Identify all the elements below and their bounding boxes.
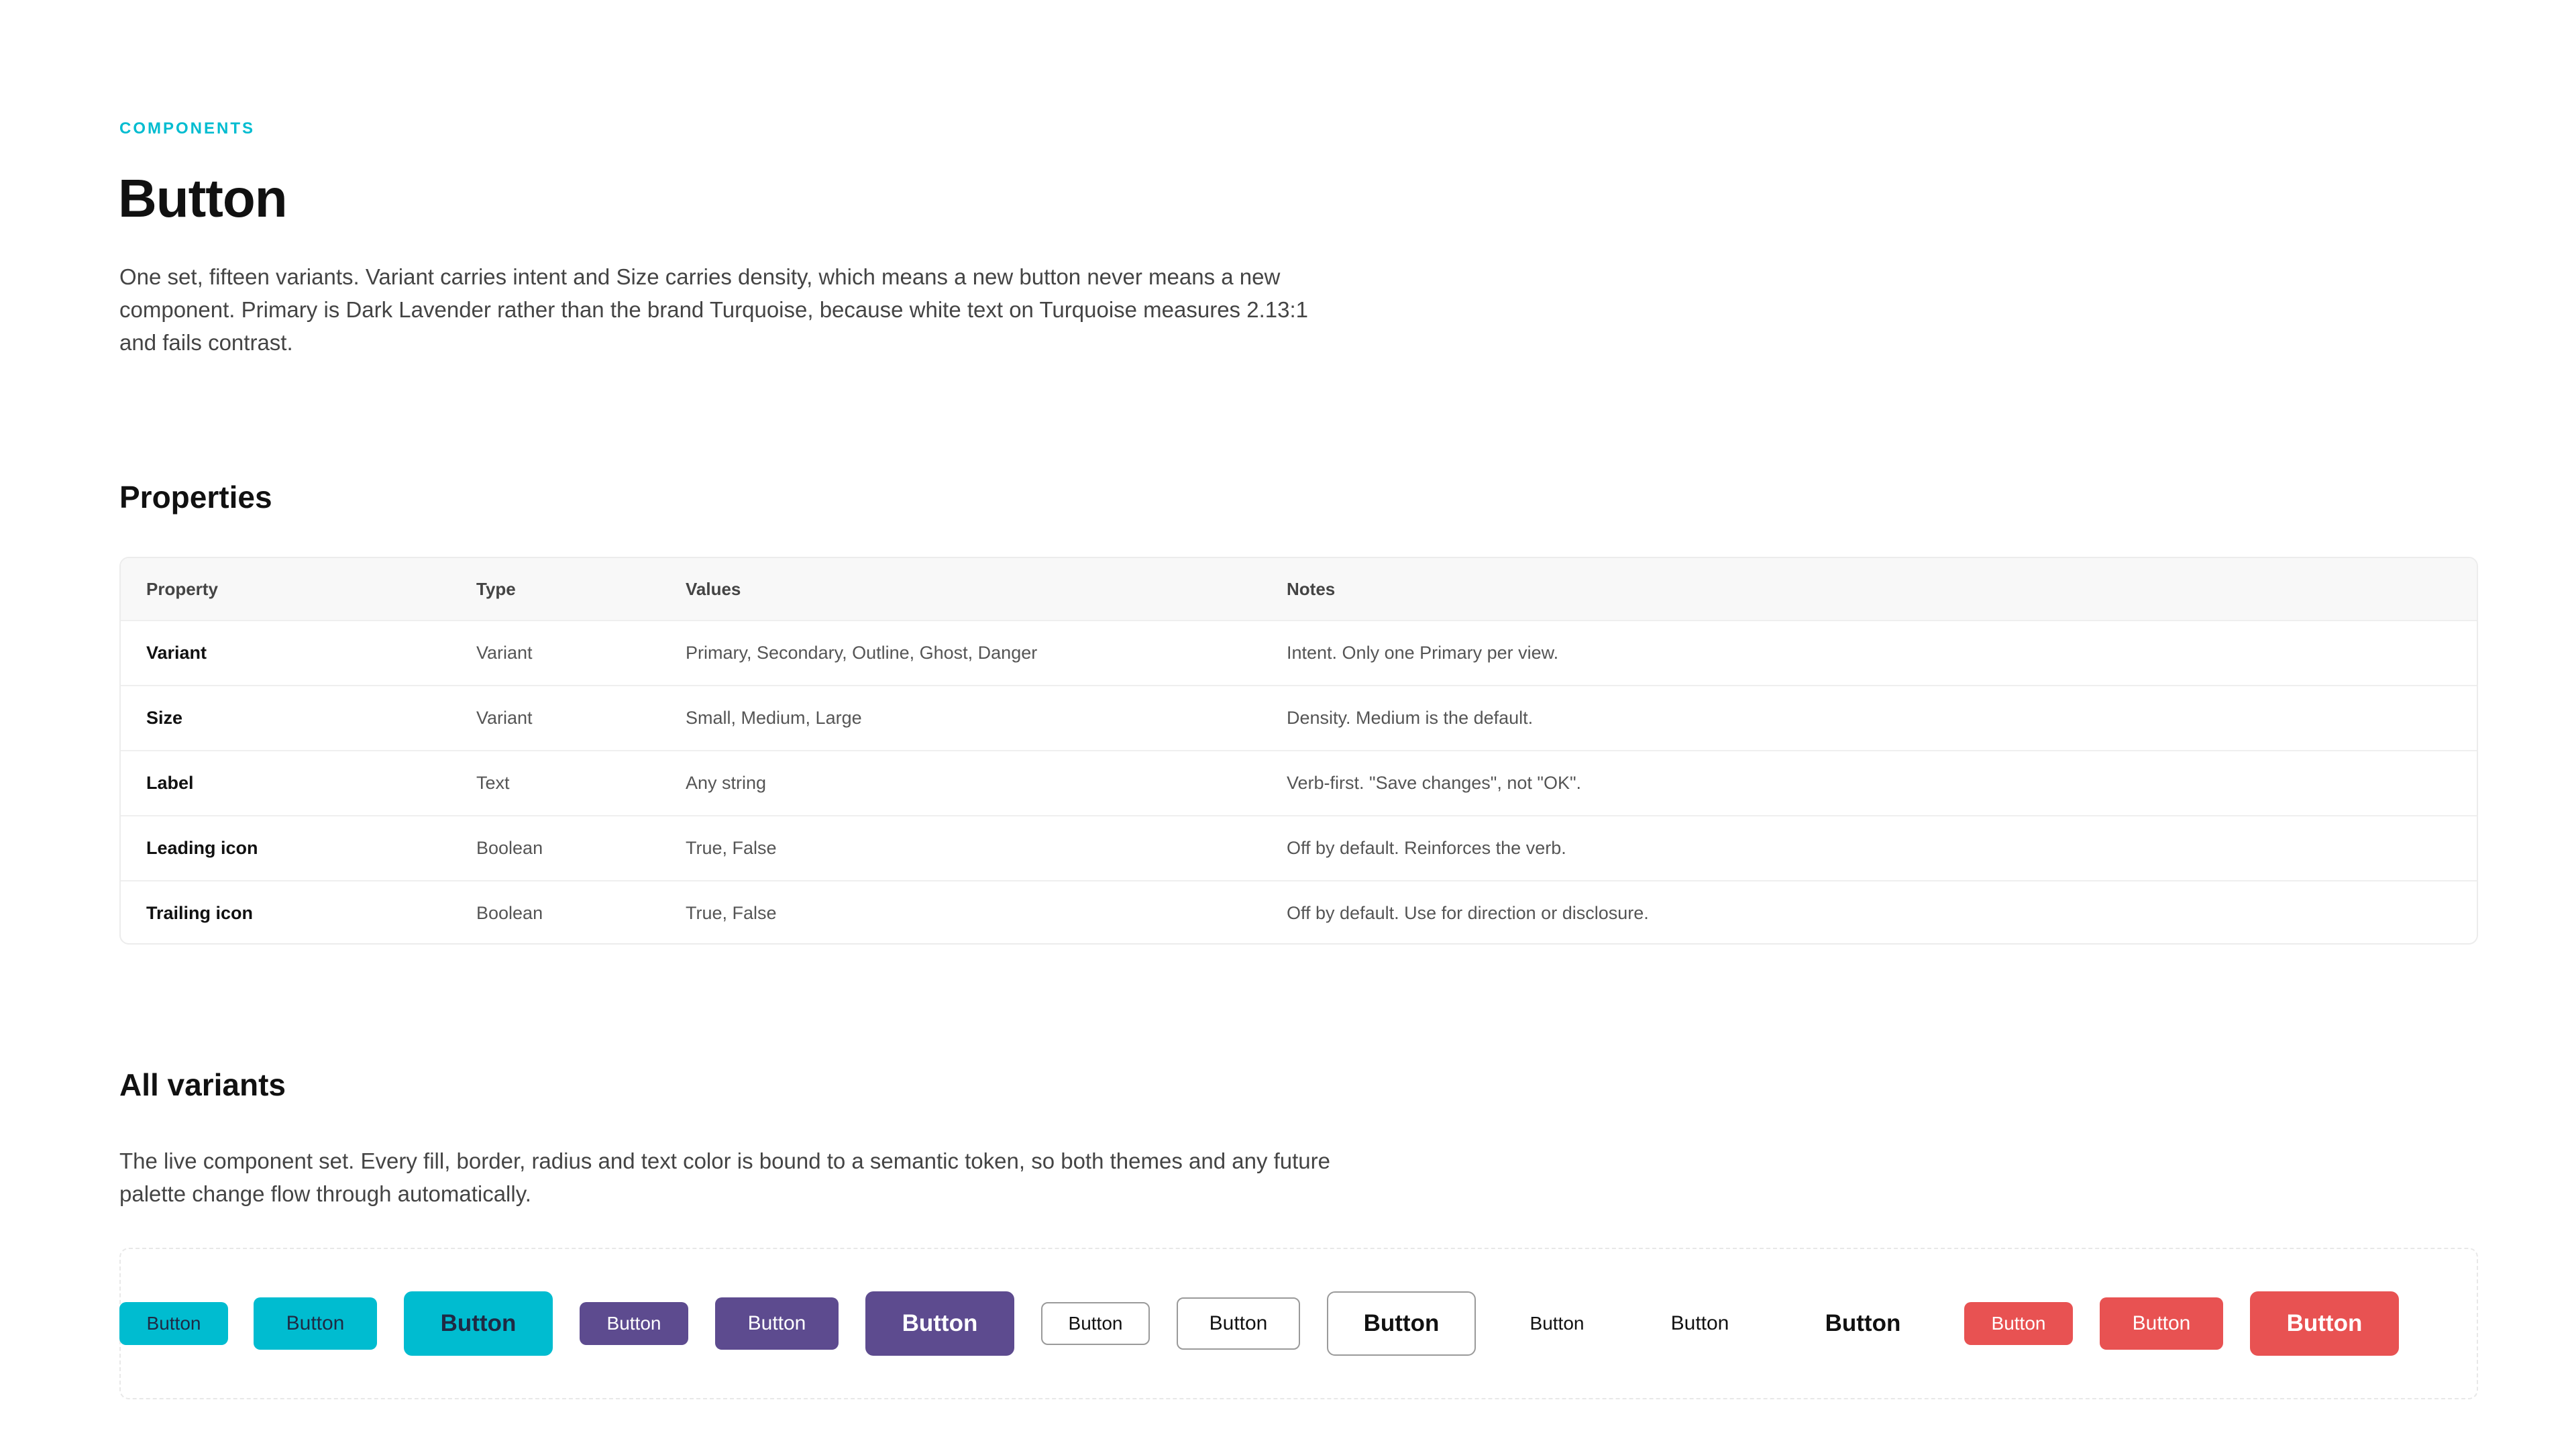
property-type-cell: Variant [476,643,533,663]
danger-large-button[interactable]: Button [2250,1291,2399,1356]
component-doc-page: COMPONENTS Button One set, fifteen varia… [0,0,2576,1449]
column-header-type: Type [476,578,516,599]
page-description: One set, fifteen variants. Variant carri… [119,264,1308,355]
danger-medium-button[interactable]: Button [2100,1297,2223,1350]
property-notes-cell: Off by default. Use for direction or dis… [1287,903,1649,923]
property-values-cell: True, False [686,838,777,858]
property-values-cell: True, False [686,903,777,923]
outline-small-button[interactable]: Button [1041,1302,1150,1345]
property-notes-cell: Verb-first. "Save changes", not "OK". [1287,773,1582,793]
primary-medium-button[interactable]: Button [254,1297,377,1350]
property-name-cell: Leading icon [146,838,258,858]
column-header-values: Values [686,578,741,599]
outline-large-button[interactable]: Button [1327,1291,1476,1356]
column-header-notes: Notes [1287,578,1336,599]
property-values-cell: Primary, Secondary, Outline, Ghost, Dang… [686,643,1038,663]
properties-table: Property Type Values Notes Variant Varia… [119,557,2478,945]
property-values-cell: Any string [686,773,767,793]
secondary-medium-button[interactable]: Button [715,1297,839,1350]
property-type-cell: Variant [476,708,533,728]
secondary-small-button[interactable]: Button [580,1302,688,1345]
section-eyebrow: COMPONENTS [119,119,256,138]
property-name-cell: Variant [146,643,207,663]
property-type-cell: Boolean [476,838,543,858]
secondary-large-button[interactable]: Button [865,1291,1014,1356]
property-name-cell: Label [146,773,194,793]
table-row: Variant Variant Primary, Secondary, Outl… [121,620,2477,685]
table-row: Label Text Any string Verb-first. "Save … [121,750,2477,815]
all-variants-heading: All variants [119,1067,286,1102]
primary-small-button[interactable]: Button [119,1302,228,1345]
ghost-medium-button[interactable]: Button [1638,1297,1762,1350]
outline-medium-button[interactable]: Button [1177,1297,1300,1350]
primary-large-button[interactable]: Button [404,1291,553,1356]
all-variants-description: The live component set. Every fill, bord… [119,1148,1330,1206]
table-row: Leading icon Boolean True, False Off by … [121,815,2477,880]
property-name-cell: Trailing icon [146,903,254,923]
property-values-cell: Small, Medium, Large [686,708,862,728]
page-title: Button [118,168,288,228]
property-type-cell: Text [476,773,510,793]
table-header-row: Property Type Values Notes [121,558,2477,620]
property-name-cell: Size [146,708,183,728]
table-row: Trailing icon Boolean True, False Off by… [121,880,2477,943]
ghost-large-button[interactable]: Button [1788,1291,1937,1356]
column-header-property: Property [146,578,218,599]
properties-heading: Properties [119,480,272,515]
variants-showcase: Button Button Button Button Button Butto… [119,1248,2478,1399]
ghost-small-button[interactable]: Button [1503,1302,1611,1345]
property-type-cell: Boolean [476,903,543,923]
property-notes-cell: Off by default. Reinforces the verb. [1287,838,1566,858]
table-row: Size Variant Small, Medium, Large Densit… [121,685,2477,750]
property-notes-cell: Intent. Only one Primary per view. [1287,643,1559,663]
property-notes-cell: Density. Medium is the default. [1287,708,1534,728]
danger-small-button[interactable]: Button [1964,1302,2073,1345]
